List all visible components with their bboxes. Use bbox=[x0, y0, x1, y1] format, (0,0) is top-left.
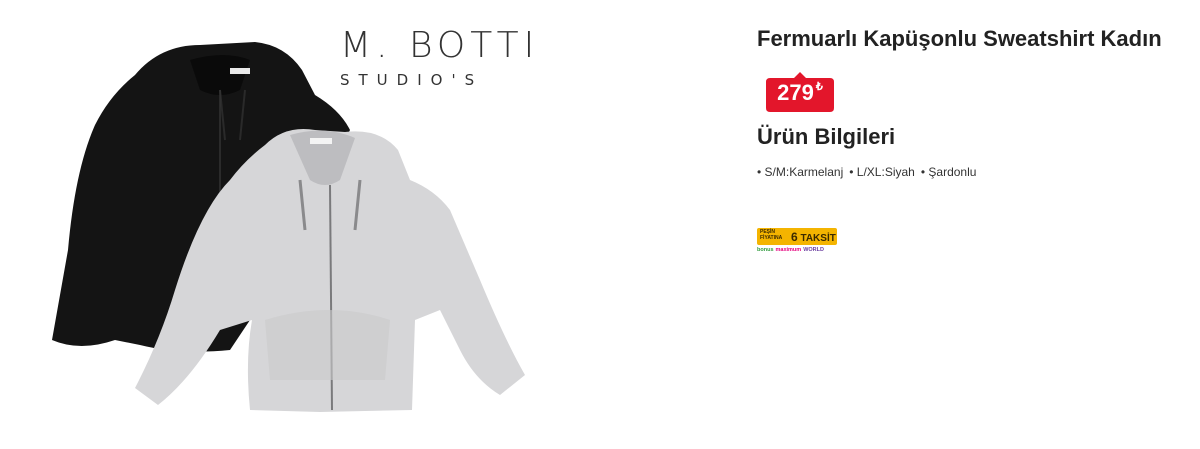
product-title: Fermuarlı Kapüşonlu Sweatshirt Kadın bbox=[757, 26, 1162, 51]
price-badge: 279 ₺ bbox=[764, 70, 836, 114]
price-currency: ₺ bbox=[815, 81, 823, 93]
brand-logo: M. BOTTI STUDIO'S bbox=[340, 25, 540, 89]
feature-item: Şardonlu bbox=[921, 165, 976, 179]
brand-name: M. BOTTI bbox=[340, 25, 540, 66]
product-info-title: Ürün Bilgileri bbox=[757, 124, 896, 149]
feature-list: S/M:Karmelanj L/XL:Siyah Şardonlu bbox=[757, 165, 977, 179]
installment-label-small-2: FİYATINA bbox=[760, 235, 783, 241]
installment-label: TAKSİT bbox=[800, 233, 836, 244]
store-logo: WORLD bbox=[803, 247, 824, 253]
price-value: 279 bbox=[777, 80, 814, 105]
installment-count: 6 bbox=[791, 230, 798, 244]
installment-store-logos: bonus maximum WORLD bbox=[757, 247, 837, 253]
store-logo: maximum bbox=[775, 247, 802, 253]
brand-subtitle: STUDIO'S bbox=[340, 71, 484, 89]
feature-item: S/M:Karmelanj bbox=[757, 165, 844, 179]
installment-badge: PEŞİN FİYATINA 6 TAKSİT bonus maximum WO… bbox=[757, 228, 837, 258]
feature-item: L/XL:Siyah bbox=[849, 165, 915, 179]
store-logo: bonus bbox=[757, 247, 774, 253]
